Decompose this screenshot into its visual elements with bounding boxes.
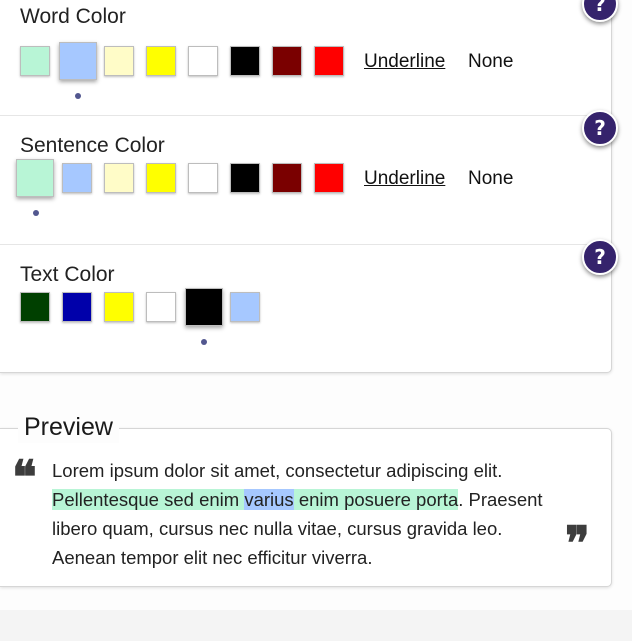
sentence-color-title: Sentence Color bbox=[20, 134, 165, 157]
preview-text-part1: Lorem ipsum dolor sit amet, consectetur … bbox=[52, 460, 503, 481]
word-color-title: Word Color bbox=[20, 5, 126, 28]
word-color-swatch-cream[interactable] bbox=[104, 46, 134, 76]
highlighted-word: varius bbox=[244, 489, 294, 510]
word-color-swatch-light-blue[interactable] bbox=[59, 42, 97, 80]
sentence-color-section: Sentence Color Underline None bbox=[0, 116, 611, 244]
text-color-swatch-dark-blue[interactable] bbox=[62, 292, 92, 322]
word-color-swatch-white[interactable] bbox=[188, 46, 218, 76]
sentence-after-word: enim posuere porta bbox=[293, 489, 459, 510]
sentence-color-underline-option[interactable]: Underline bbox=[364, 168, 445, 190]
sentence-color-selected-dot bbox=[33, 210, 39, 216]
sentence-color-help-icon[interactable]: ? bbox=[582, 110, 618, 146]
open-quote-icon: ❝ bbox=[12, 450, 37, 504]
text-color-swatch-light-blue[interactable] bbox=[230, 292, 260, 322]
sentence-color-swatch-mint[interactable] bbox=[16, 159, 54, 197]
preview-text: Lorem ipsum dolor sit amet, consectetur … bbox=[52, 456, 562, 572]
word-color-none-option[interactable]: None bbox=[468, 51, 513, 73]
word-color-section: Word Color Underline None bbox=[0, 0, 611, 115]
word-color-selected-dot bbox=[75, 93, 81, 99]
bottom-strip bbox=[0, 610, 632, 641]
text-color-swatch-white[interactable] bbox=[146, 292, 176, 322]
word-color-underline-option[interactable]: Underline bbox=[364, 51, 445, 73]
preview-legend: Preview bbox=[18, 411, 119, 443]
close-quote-icon: ❞ bbox=[565, 516, 590, 570]
sentence-before-word: Pellentesque sed enim bbox=[52, 489, 245, 510]
sentence-color-swatch-red[interactable] bbox=[314, 163, 344, 193]
text-color-swatch-yellow[interactable] bbox=[104, 292, 134, 322]
text-color-help-icon[interactable]: ? bbox=[582, 239, 618, 275]
sentence-color-swatch-black[interactable] bbox=[230, 163, 260, 193]
sentence-color-swatch-maroon[interactable] bbox=[272, 163, 302, 193]
color-settings-panel: Word Color Underline None Sentence Color… bbox=[0, 0, 612, 373]
word-color-swatch-maroon[interactable] bbox=[272, 46, 302, 76]
text-color-swatch-black[interactable] bbox=[185, 288, 223, 326]
sentence-color-swatch-yellow[interactable] bbox=[146, 163, 176, 193]
highlighted-sentence: Pellentesque sed enim varius enim posuer… bbox=[52, 489, 459, 510]
sentence-color-none-option[interactable]: None bbox=[468, 168, 513, 190]
text-color-section: Text Color bbox=[0, 245, 611, 372]
sentence-color-swatch-light-blue[interactable] bbox=[62, 163, 92, 193]
word-color-swatch-yellow[interactable] bbox=[146, 46, 176, 76]
sentence-color-swatch-white[interactable] bbox=[188, 163, 218, 193]
word-color-swatch-black[interactable] bbox=[230, 46, 260, 76]
word-color-swatch-red[interactable] bbox=[314, 46, 344, 76]
text-color-swatch-dark-green[interactable] bbox=[20, 292, 50, 322]
text-color-selected-dot bbox=[201, 339, 207, 345]
word-color-swatch-mint[interactable] bbox=[20, 46, 50, 76]
sentence-color-swatch-cream[interactable] bbox=[104, 163, 134, 193]
text-color-title: Text Color bbox=[20, 263, 115, 286]
